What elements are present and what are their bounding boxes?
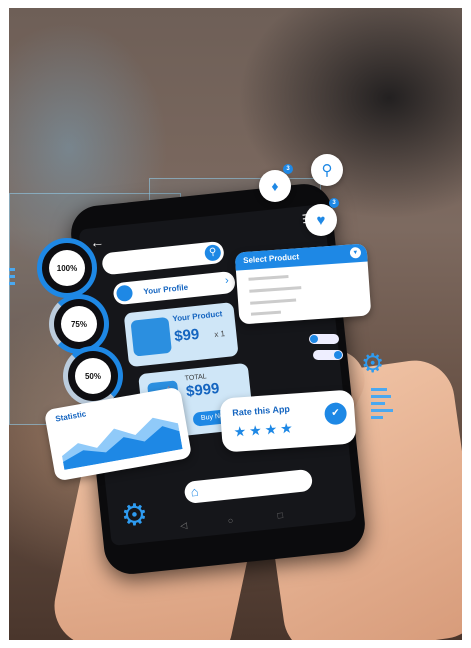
- bell-badge: 3: [283, 164, 293, 174]
- heart-icon[interactable]: ♥: [305, 204, 337, 236]
- select-product-card[interactable]: Select Product ▾: [234, 243, 372, 325]
- chevron-right-icon: ›: [224, 274, 230, 287]
- rate-thumb-icon[interactable]: ✔: [323, 401, 348, 426]
- product-qty: x 1: [213, 329, 226, 340]
- search-icon[interactable]: ⚲: [203, 244, 222, 262]
- rate-app-title: Rate this App: [231, 403, 291, 418]
- search-icon[interactable]: ⚲: [311, 154, 343, 186]
- select-option[interactable]: [249, 286, 302, 293]
- rate-app-card[interactable]: Rate this App ★★★★ ✔: [219, 389, 357, 453]
- user-icon: [115, 284, 134, 303]
- total-price: $999: [185, 379, 221, 401]
- toggle-switch[interactable]: [309, 334, 339, 344]
- signal-bars-left: [9, 264, 17, 289]
- profile-row[interactable]: Your Profile ›: [112, 270, 237, 306]
- search-bar[interactable]: ⚲: [101, 240, 225, 276]
- select-option[interactable]: [248, 275, 289, 281]
- ring-label-75: 75%: [70, 319, 87, 329]
- nav-recent-icon[interactable]: □: [277, 510, 283, 521]
- gear-icon[interactable]: ⚙: [361, 348, 384, 379]
- ring-label-50: 50%: [84, 371, 101, 381]
- arrow-left-icon[interactable]: ←: [89, 233, 105, 250]
- heart-badge: 3: [329, 198, 339, 208]
- progress-ring-100: 100%: [37, 238, 97, 298]
- rating-stars[interactable]: ★★★★: [233, 419, 296, 440]
- product-image: [130, 316, 172, 357]
- profile-label: Your Profile: [143, 282, 189, 297]
- signal-bars-right: [371, 384, 393, 423]
- statistic-title: Statistic: [54, 409, 87, 424]
- progress-ring-75: 75%: [49, 294, 109, 354]
- nav-home-icon[interactable]: ○: [227, 515, 233, 526]
- product-title: Your Product: [172, 309, 223, 324]
- select-product-title: Select Product: [242, 252, 300, 266]
- nav-back-icon[interactable]: ◁: [180, 520, 188, 532]
- bottom-search-bar[interactable]: ⌂: [183, 468, 314, 505]
- select-option[interactable]: [250, 298, 297, 305]
- ring-label-100: 100%: [56, 263, 78, 273]
- product-card[interactable]: Your Product $99 x 1: [123, 302, 239, 368]
- select-option[interactable]: [250, 310, 282, 316]
- home-icon[interactable]: ⌂: [190, 484, 199, 500]
- photo-scene: ← ☰ ⚲ Your Profile › Your Product $99 x …: [9, 8, 462, 640]
- chevron-down-icon[interactable]: ▾: [349, 246, 362, 259]
- bell-icon[interactable]: ♦: [259, 170, 291, 202]
- toggle-switch[interactable]: [313, 350, 343, 360]
- product-price: $99: [173, 325, 201, 346]
- gear-icon[interactable]: ⚙: [121, 498, 148, 533]
